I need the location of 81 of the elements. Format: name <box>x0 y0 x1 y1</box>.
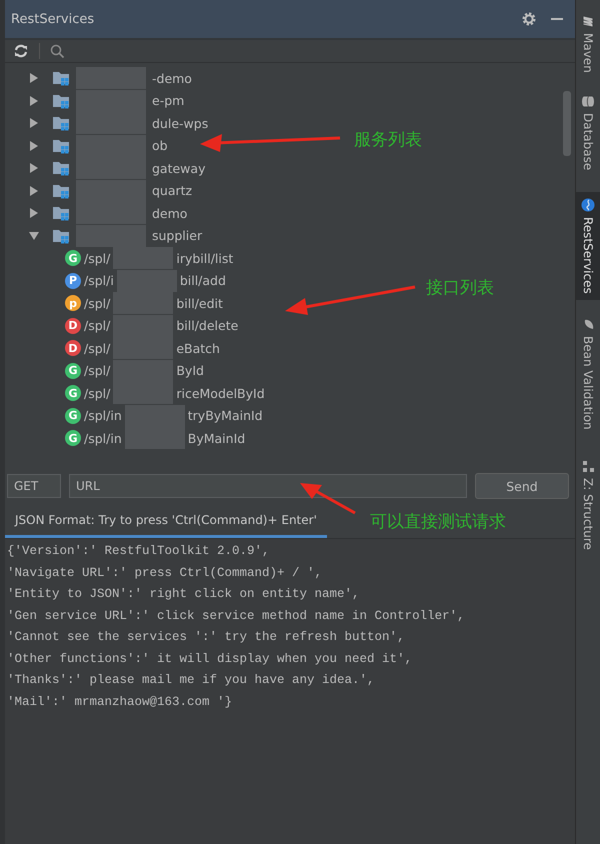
http-method-badge: D <box>65 318 81 334</box>
tool-window-tab[interactable]: Database <box>576 88 600 176</box>
endpoint-path[interactable]: /spl/ <box>84 250 110 266</box>
annotation-label: 服务列表 <box>354 129 422 151</box>
endpoint-path[interactable]: /spl/ <box>84 340 110 356</box>
url-field[interactable]: URL <box>69 474 467 498</box>
response-line: 'Entity to JSON':' right click on entity name', <box>7 586 361 603</box>
tool-window-tab[interactable]: RestServices <box>576 192 600 300</box>
minimize-icon[interactable] <box>551 17 563 21</box>
service-name[interactable]: demo <box>152 206 188 221</box>
tool-window-tab[interactable]: Bean Validation <box>576 312 600 436</box>
expand-arrow-icon[interactable] <box>29 118 39 128</box>
scrollbar[interactable] <box>563 91 571 156</box>
service-name[interactable]: -demo <box>152 70 192 86</box>
structure-icon <box>582 461 594 474</box>
http-method-badge: G <box>65 385 81 402</box>
search-icon[interactable] <box>50 44 65 58</box>
module-folder-icon <box>53 70 70 86</box>
response-line: 'Gen service URL':' click service method name in Controller', <box>7 608 466 624</box>
expand-arrow-icon[interactable] <box>29 186 39 196</box>
endpoint-path[interactable]: eBatch <box>176 340 220 356</box>
endpoint-path[interactable]: /spl/in <box>84 430 122 446</box>
module-folder-icon <box>53 160 70 176</box>
response-line: 'Thanks':' please mail me if you have any idea.', <box>7 672 376 689</box>
expand-arrow-icon[interactable] <box>29 96 39 106</box>
endpoint-path[interactable]: /spl/in <box>84 408 122 424</box>
http-method-badge: D <box>65 340 81 356</box>
endpoint-path[interactable]: bill/delete <box>176 318 238 334</box>
collapse-arrow-icon[interactable] <box>29 230 39 241</box>
service-name[interactable]: quartz <box>152 183 192 198</box>
http-method-badge: p <box>65 295 81 312</box>
module-folder-icon <box>53 228 70 244</box>
endpoint-path[interactable]: tryByMainId <box>188 408 263 424</box>
expand-arrow-icon[interactable] <box>29 163 39 174</box>
service-name[interactable]: ob <box>152 138 168 154</box>
response-line: 'Navigate URL':' press Ctrl(Command)+ / ', <box>7 564 324 582</box>
endpoint-path[interactable]: bill/add <box>180 273 226 288</box>
database-icon <box>582 95 594 108</box>
panel-title: RestServices <box>11 12 96 26</box>
endpoint-path[interactable]: ByMainId <box>188 430 246 446</box>
endpoint-path[interactable]: riceModelById <box>176 386 265 401</box>
annotation-label: 可以直接测试请求 <box>370 511 506 533</box>
annotation-label: 接口列表 <box>426 277 494 299</box>
refresh-icon[interactable] <box>13 43 29 59</box>
endpoint-path[interactable]: ById <box>176 363 204 378</box>
module-folder-icon <box>53 182 70 199</box>
settings-icon[interactable] <box>521 11 537 27</box>
send-button[interactable]: Send <box>475 473 569 499</box>
globe-icon <box>581 198 595 212</box>
endpoint-path[interactable]: /spl/ <box>84 386 110 401</box>
http-method-badge: G <box>65 250 81 266</box>
service-name[interactable]: dule-wps <box>152 116 208 131</box>
http-method-badge: G <box>65 430 81 446</box>
http-method-badge: P <box>65 272 81 289</box>
module-folder-icon <box>53 205 70 222</box>
method-field[interactable]: GET <box>7 474 61 498</box>
endpoint-path[interactable]: /spl/ <box>84 296 110 311</box>
maven-icon <box>582 16 594 28</box>
module-folder-icon <box>53 92 70 109</box>
expand-arrow-icon[interactable] <box>29 140 39 151</box>
response-line: {'Version':' RestfulToolkit 2.0.9', <box>7 543 271 560</box>
endpoint-path[interactable]: /spl/i <box>84 273 114 288</box>
endpoint-path[interactable]: irybill/list <box>176 250 234 266</box>
response-line: 'Other functions':' it will display when you need it', <box>7 650 414 668</box>
service-name[interactable]: supplier <box>152 228 202 244</box>
endpoint-path[interactable]: bill/edit <box>176 296 223 311</box>
endpoint-path[interactable]: /spl/ <box>84 363 110 378</box>
http-method-badge: G <box>65 362 81 379</box>
service-name[interactable]: gateway <box>152 160 206 176</box>
tool-window-tab[interactable]: Z: Structure <box>576 455 600 556</box>
module-folder-icon <box>53 138 70 154</box>
response-line: 'Mail':' mrmanzhaow@163.com '} <box>7 694 234 710</box>
http-method-badge: G <box>65 408 81 424</box>
response-line: 'Cannot see the services ':' try the refresh button', <box>7 629 406 646</box>
expand-arrow-icon[interactable] <box>29 73 39 84</box>
module-folder-icon <box>53 115 70 132</box>
expand-arrow-icon[interactable] <box>29 208 39 218</box>
annotation-arrow <box>300 483 356 514</box>
tool-window-tab[interactable]: Maven <box>576 10 600 79</box>
service-name[interactable]: e-pm <box>152 93 184 108</box>
endpoint-path[interactable]: /spl/ <box>84 318 110 334</box>
